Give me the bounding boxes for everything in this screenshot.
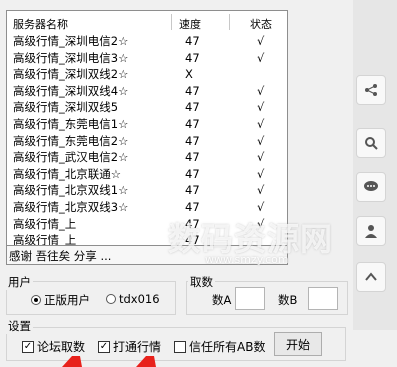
checkbox-trust-all-ab[interactable]: 信任所有AB数: [174, 338, 265, 355]
server-status: √: [257, 199, 265, 214]
radio-label: tdx016: [119, 292, 160, 306]
column-header-name[interactable]: 服务器名称: [13, 16, 68, 32]
server-speed: 47: [185, 133, 200, 148]
checkbox[interactable]: ✓: [98, 340, 110, 353]
user-icon[interactable]: [356, 216, 386, 246]
table-row[interactable]: 高级行情_北京双线1☆ 47 √: [7, 182, 287, 199]
radio-label: 正版用户: [44, 293, 90, 307]
table-row[interactable]: 高级行情_深圳双线5 47 √: [7, 99, 287, 116]
checkbox[interactable]: [174, 340, 186, 353]
server-name: 高级行情_东莞电信1☆: [13, 116, 129, 131]
server-name: 高级行情_武汉电信2☆: [13, 150, 129, 165]
up-icon[interactable]: [356, 262, 386, 292]
server-name: 高级行情_上: [13, 216, 77, 231]
column-header-status[interactable]: 状态: [250, 16, 272, 32]
server-speed: 47: [185, 100, 200, 115]
server-name: 高级行情_深圳双线5: [13, 100, 119, 115]
server-status: √: [257, 116, 265, 131]
num-a-field[interactable]: [235, 287, 265, 310]
server-speed: X: [185, 67, 193, 82]
server-status: √: [257, 100, 265, 115]
server-name: 高级行情_深圳电信3☆: [13, 50, 129, 65]
checkbox-label: 论坛取数: [37, 340, 86, 354]
table-row[interactable]: 高级行情_深圳电信3☆ 47 √: [7, 50, 287, 67]
num-b-field[interactable]: [308, 287, 338, 310]
server-list-header: 服务器名称 速度 状态: [7, 11, 287, 33]
column-divider: [171, 14, 172, 30]
share-icon[interactable]: [356, 75, 386, 105]
table-row[interactable]: 高级行情_深圳双线2☆ X: [7, 66, 287, 83]
arrow-annotation-icon: [62, 356, 82, 367]
table-row[interactable]: 高级行情_武汉电信2☆ 47 √: [7, 149, 287, 166]
server-name: 高级行情_深圳双线2☆: [13, 67, 129, 82]
num-b-label: 数B: [278, 293, 298, 307]
server-status: √: [257, 183, 265, 198]
checkbox[interactable]: ✓: [22, 340, 34, 353]
server-status: √: [257, 50, 265, 65]
table-row[interactable]: 高级行情_深圳双线4☆ 47 √: [7, 83, 287, 100]
chat-icon[interactable]: [356, 172, 386, 202]
server-status: √: [257, 34, 265, 48]
server-status: √: [257, 83, 265, 98]
server-status: √: [257, 150, 265, 165]
server-status: √: [257, 133, 265, 148]
watermark-url: www.smzy.com: [205, 253, 289, 266]
server-speed: 47: [185, 166, 200, 181]
checkbox-forum-fetch[interactable]: ✓ 论坛取数: [22, 338, 85, 355]
server-speed: 47: [185, 183, 200, 198]
checkbox-label: 信任所有AB数: [189, 340, 266, 354]
server-name: 高级行情_深圳双线4☆: [13, 83, 129, 98]
column-header-speed[interactable]: 速度: [179, 16, 201, 32]
radio-licensed-user[interactable]: 正版用户: [31, 292, 90, 308]
server-name: 高级行情_东莞电信2☆: [13, 133, 129, 148]
column-divider: [229, 14, 230, 30]
server-name: 高级行情_深圳电信2☆: [13, 34, 129, 48]
user-group-title: 用户: [6, 274, 33, 290]
server-name: 高级行情_北京联通☆: [13, 166, 122, 181]
server-speed: 47: [185, 83, 200, 98]
arrow-annotation-icon: [136, 356, 156, 367]
server-speed: 47: [185, 116, 200, 131]
server-status: √: [257, 166, 265, 181]
fetch-group-title: 取数: [188, 274, 215, 290]
server-name: 高级行情_北京双线3☆: [13, 199, 129, 214]
checkbox-label: 打通行情: [113, 340, 162, 354]
server-name: 高级行情_北京双线1☆: [13, 183, 129, 198]
server-speed: 47: [185, 150, 200, 165]
table-row[interactable]: 高级行情_东莞电信1☆ 47 √: [7, 116, 287, 133]
server-speed: 47: [185, 50, 200, 65]
server-speed: 47: [185, 199, 200, 214]
search-icon[interactable]: [356, 128, 386, 158]
radio-tdx016[interactable]: tdx016: [106, 292, 160, 306]
server-speed: 47: [185, 34, 200, 48]
start-button[interactable]: 开始: [274, 332, 322, 356]
table-row[interactable]: 高级行情_东莞电信2☆ 47 √: [7, 133, 287, 150]
settings-group-title: 设置: [6, 318, 33, 334]
checkbox-connect-market[interactable]: ✓ 打通行情: [98, 338, 161, 355]
radio-button[interactable]: [106, 294, 116, 304]
table-row[interactable]: 高级行情_北京联通☆ 47 √: [7, 166, 287, 183]
radio-button[interactable]: [31, 295, 41, 305]
table-row[interactable]: 高级行情_深圳电信2☆ 47 √: [7, 33, 287, 50]
num-a-label: 数A: [212, 293, 232, 307]
